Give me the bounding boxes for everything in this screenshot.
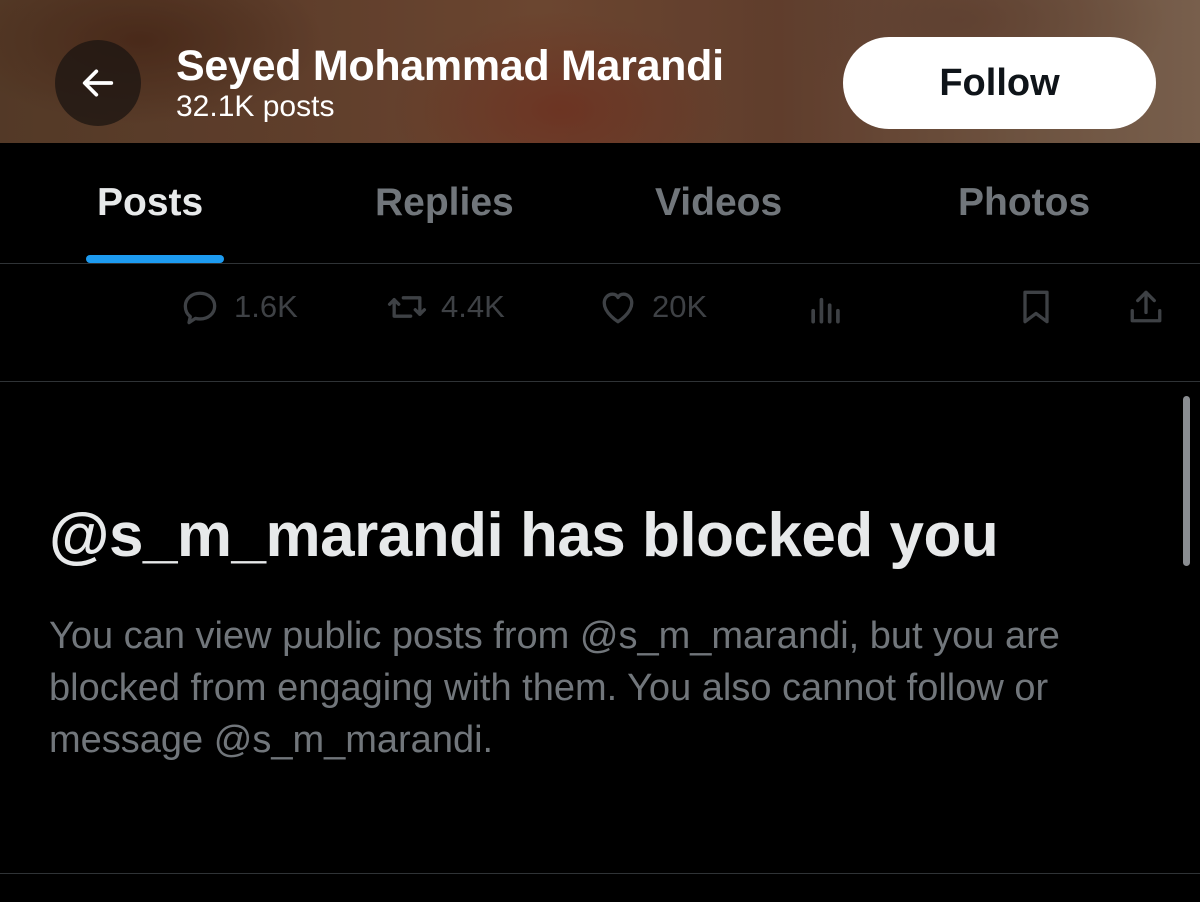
tab-photos[interactable]: Photos [958, 181, 1090, 225]
repost-icon [387, 296, 427, 318]
repost-button[interactable]: 4.4K [385, 285, 505, 329]
divider [0, 873, 1200, 874]
scrollbar[interactable] [1183, 396, 1190, 566]
reply-button[interactable]: 1.6K [178, 285, 298, 329]
profile-name: Seyed Mohammad Marandi [176, 42, 724, 90]
like-count: 20K [652, 289, 708, 324]
active-tab-indicator [86, 255, 224, 263]
profile-header: Seyed Mohammad Marandi 32.1K posts Follo… [0, 0, 1200, 143]
follow-button[interactable]: Follow [843, 37, 1156, 129]
like-button[interactable]: 20K [596, 285, 707, 329]
heart-icon [602, 292, 634, 324]
back-arrow-icon [82, 69, 114, 97]
views-button[interactable] [804, 285, 848, 329]
reply-icon [183, 291, 217, 325]
back-button[interactable] [55, 40, 141, 126]
tab-replies[interactable]: Replies [375, 181, 514, 225]
bookmark-icon [1023, 290, 1049, 324]
blocked-message: You can view public posts from @s_m_mara… [49, 615, 1060, 761]
tab-posts[interactable]: Posts [97, 181, 203, 225]
bookmark-button[interactable] [1014, 285, 1058, 329]
share-icon [1130, 290, 1162, 323]
share-button[interactable] [1124, 285, 1168, 329]
blocked-title: @s_m_marandi has blocked you [49, 501, 999, 570]
reply-count: 1.6K [234, 289, 298, 324]
tab-videos[interactable]: Videos [655, 181, 782, 225]
profile-tabs: Posts Replies Videos Photos [0, 143, 1200, 264]
views-icon [811, 297, 840, 324]
repost-count: 4.4K [441, 289, 505, 324]
post-count: 32.1K posts [176, 90, 335, 123]
post-action-bar: 1.6K 4.4K 20K [0, 263, 1200, 382]
